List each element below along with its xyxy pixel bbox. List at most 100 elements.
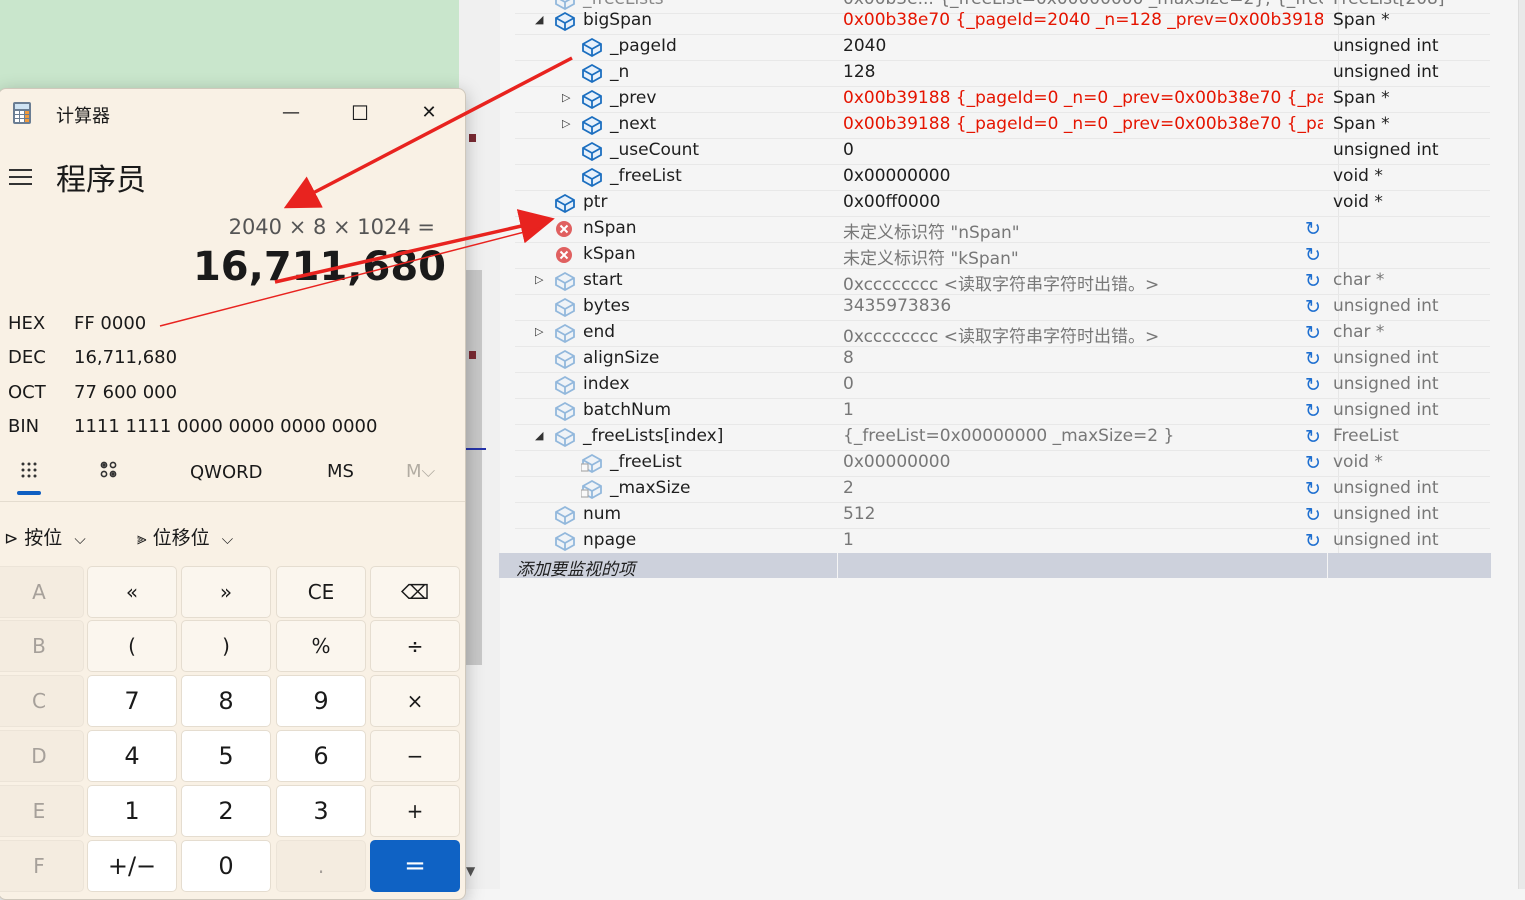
key-25[interactable]: F bbox=[0, 840, 84, 892]
add-watch-placeholder[interactable]: 添加要监视的项 bbox=[516, 555, 635, 580]
watch-name[interactable]: _n bbox=[610, 62, 629, 82]
watch-name[interactable]: alignSize bbox=[583, 348, 659, 368]
watch-row[interactable]: _useCount 0 unsigned int bbox=[515, 138, 1490, 165]
bin-label[interactable]: BIN bbox=[8, 416, 39, 437]
key-6[interactable]: ( bbox=[87, 620, 177, 672]
expand-icon[interactable]: ▷ bbox=[562, 91, 574, 104]
key-13[interactable]: 9 bbox=[276, 675, 366, 727]
watch-row[interactable]: nSpan 未定义标识符 "nSpan" ↻ bbox=[515, 216, 1490, 243]
key-19[interactable]: − bbox=[370, 730, 460, 782]
watch-name[interactable]: bytes bbox=[583, 296, 630, 316]
word-size-button[interactable]: QWORD bbox=[190, 462, 263, 483]
watch-row[interactable]: bytes 3435973836 ↻ unsigned int bbox=[515, 294, 1490, 321]
watch-value[interactable]: 2 bbox=[843, 478, 1323, 498]
key-17[interactable]: 5 bbox=[181, 730, 271, 782]
key-22[interactable]: 2 bbox=[181, 785, 271, 837]
key-28[interactable]: . bbox=[276, 840, 366, 892]
watch-name[interactable]: _freeList bbox=[610, 166, 682, 186]
watch-value[interactable]: 512 bbox=[843, 504, 1323, 524]
refresh-icon[interactable]: ↻ bbox=[1305, 322, 1321, 344]
watch-value[interactable]: 未定义标识符 "kSpan" bbox=[843, 244, 1323, 269]
editor-scrollbar[interactable] bbox=[466, 270, 482, 665]
watch-name[interactable]: bigSpan bbox=[583, 10, 652, 30]
key-24[interactable]: + bbox=[370, 785, 460, 837]
refresh-icon[interactable]: ↻ bbox=[1305, 452, 1321, 474]
key-8[interactable]: % bbox=[276, 620, 366, 672]
watch-row[interactable]: _maxSize 2 ↻ unsigned int bbox=[515, 476, 1490, 503]
watch-value[interactable]: 8 bbox=[843, 348, 1323, 368]
watch-value[interactable]: 0x00b39188 {_pageId=0 _n=0 _prev=0x00b38… bbox=[843, 114, 1323, 134]
watch-name[interactable]: kSpan bbox=[583, 244, 636, 264]
dec-label[interactable]: DEC bbox=[8, 347, 46, 368]
key-16[interactable]: 4 bbox=[87, 730, 177, 782]
watch-name[interactable]: batchNum bbox=[583, 400, 671, 420]
watch-row[interactable]: ◢ _freeLists[index] {_freeList=0x00000000 … bbox=[515, 424, 1490, 451]
bin-value[interactable]: 1111 1111 0000 0000 0000 0000 bbox=[74, 416, 377, 437]
watch-row[interactable]: batchNum 1 ↻ unsigned int bbox=[515, 398, 1490, 425]
watch-name[interactable]: nSpan bbox=[583, 218, 637, 238]
watch-name[interactable]: _prev bbox=[610, 88, 656, 108]
bit-toggle-keypad-icon[interactable] bbox=[98, 460, 120, 482]
watch-name[interactable]: npage bbox=[583, 530, 636, 550]
key-5[interactable]: B bbox=[0, 620, 84, 672]
memory-menu-button[interactable]: M⌵ bbox=[406, 461, 435, 482]
watch-row[interactable]: ▷ end 0xcccccccc <读取字符串字符时出错。> ↻ char * bbox=[515, 320, 1490, 347]
bitshift-dropdown[interactable]: ⫸ 位移位 ⌵ bbox=[137, 523, 233, 550]
watch-value[interactable]: 未定义标识符 "nSpan" bbox=[843, 218, 1323, 243]
watch-row[interactable]: ▷ _prev 0x00b39188 {_pageId=0 _n=0 _prev=0… bbox=[515, 86, 1490, 113]
watch-row[interactable]: ▷ _next 0x00b39188 {_pageId=0 _n=0 _prev=0… bbox=[515, 112, 1490, 139]
watch-name[interactable]: index bbox=[583, 374, 630, 394]
watch-name[interactable]: end bbox=[583, 322, 615, 342]
watch-row[interactable]: ptr 0x00ff0000 void * bbox=[515, 190, 1490, 217]
watch-value[interactable]: 2040 bbox=[843, 36, 1323, 56]
maximize-button[interactable]: ☐ bbox=[340, 99, 380, 129]
key-0[interactable]: A bbox=[0, 566, 84, 618]
key-26[interactable]: +/− bbox=[87, 840, 177, 892]
key-15[interactable]: D bbox=[0, 730, 84, 782]
watch-value[interactable]: 0 bbox=[843, 140, 1323, 160]
key-20[interactable]: E bbox=[0, 785, 84, 837]
watch-row[interactable]: kSpan 未定义标识符 "kSpan" ↻ bbox=[515, 242, 1490, 269]
collapse-icon[interactable]: ◢ bbox=[535, 429, 547, 442]
watch-value[interactable]: 0xcccccccc <读取字符串字符时出错。> bbox=[843, 270, 1323, 295]
refresh-icon[interactable]: ↻ bbox=[1305, 218, 1321, 240]
watch-row[interactable]: num 512 ↻ unsigned int bbox=[515, 502, 1490, 529]
key-21[interactable]: 1 bbox=[87, 785, 177, 837]
watch-value[interactable]: 0xcccccccc <读取字符串字符时出错。> bbox=[843, 322, 1323, 347]
watch-name[interactable]: ptr bbox=[583, 192, 607, 212]
collapse-icon[interactable]: ◢ bbox=[535, 13, 547, 26]
watch-row[interactable]: alignSize 8 ↻ unsigned int bbox=[515, 346, 1490, 373]
oct-value[interactable]: 77 600 000 bbox=[74, 382, 177, 403]
key-23[interactable]: 3 bbox=[276, 785, 366, 837]
menu-icon[interactable] bbox=[9, 169, 32, 190]
full-keypad-icon[interactable] bbox=[19, 461, 39, 481]
watch-value[interactable]: 3435973836 bbox=[843, 296, 1323, 316]
add-watch-row[interactable]: 添加要监视的项 bbox=[499, 553, 1491, 580]
watch-row[interactable]: ◢ bigSpan 0x00b38e70 {_pageId=2040 _n=128 … bbox=[515, 8, 1490, 35]
key-27[interactable]: 0 bbox=[181, 840, 271, 892]
key-3[interactable]: CE bbox=[276, 566, 366, 618]
watch-row[interactable]: _pageId 2040 unsigned int bbox=[515, 34, 1490, 61]
hex-value[interactable]: FF 0000 bbox=[74, 313, 146, 334]
key-18[interactable]: 6 bbox=[276, 730, 366, 782]
watch-value[interactable]: 0x00000000 bbox=[843, 166, 1323, 186]
watch-name[interactable]: _maxSize bbox=[610, 478, 690, 498]
expand-icon[interactable]: ▷ bbox=[535, 273, 547, 286]
oct-label[interactable]: OCT bbox=[8, 382, 46, 403]
refresh-icon[interactable]: ↻ bbox=[1305, 478, 1321, 500]
key-2[interactable]: » bbox=[181, 566, 271, 618]
expand-icon[interactable]: ▷ bbox=[562, 117, 574, 130]
watch-value[interactable]: 0 bbox=[843, 374, 1323, 394]
watch-value[interactable]: 0x00b39188 {_pageId=0 _n=0 _prev=0x00b38… bbox=[843, 88, 1323, 108]
watch-row[interactable]: _freeList 0x00000000 void * bbox=[515, 164, 1490, 191]
refresh-icon[interactable]: ↻ bbox=[1305, 504, 1321, 526]
key-14[interactable]: × bbox=[370, 675, 460, 727]
key-9[interactable]: ÷ bbox=[370, 620, 460, 672]
key-7[interactable]: ) bbox=[181, 620, 271, 672]
memory-store-button[interactable]: MS bbox=[327, 461, 354, 482]
watch-name[interactable]: num bbox=[583, 504, 621, 524]
key-11[interactable]: 7 bbox=[87, 675, 177, 727]
watch-value[interactable]: {_freeList=0x00000000 _maxSize=2 } bbox=[843, 426, 1323, 446]
minimize-button[interactable]: — bbox=[271, 99, 311, 129]
watch-row[interactable]: index 0 ↻ unsigned int bbox=[515, 372, 1490, 399]
